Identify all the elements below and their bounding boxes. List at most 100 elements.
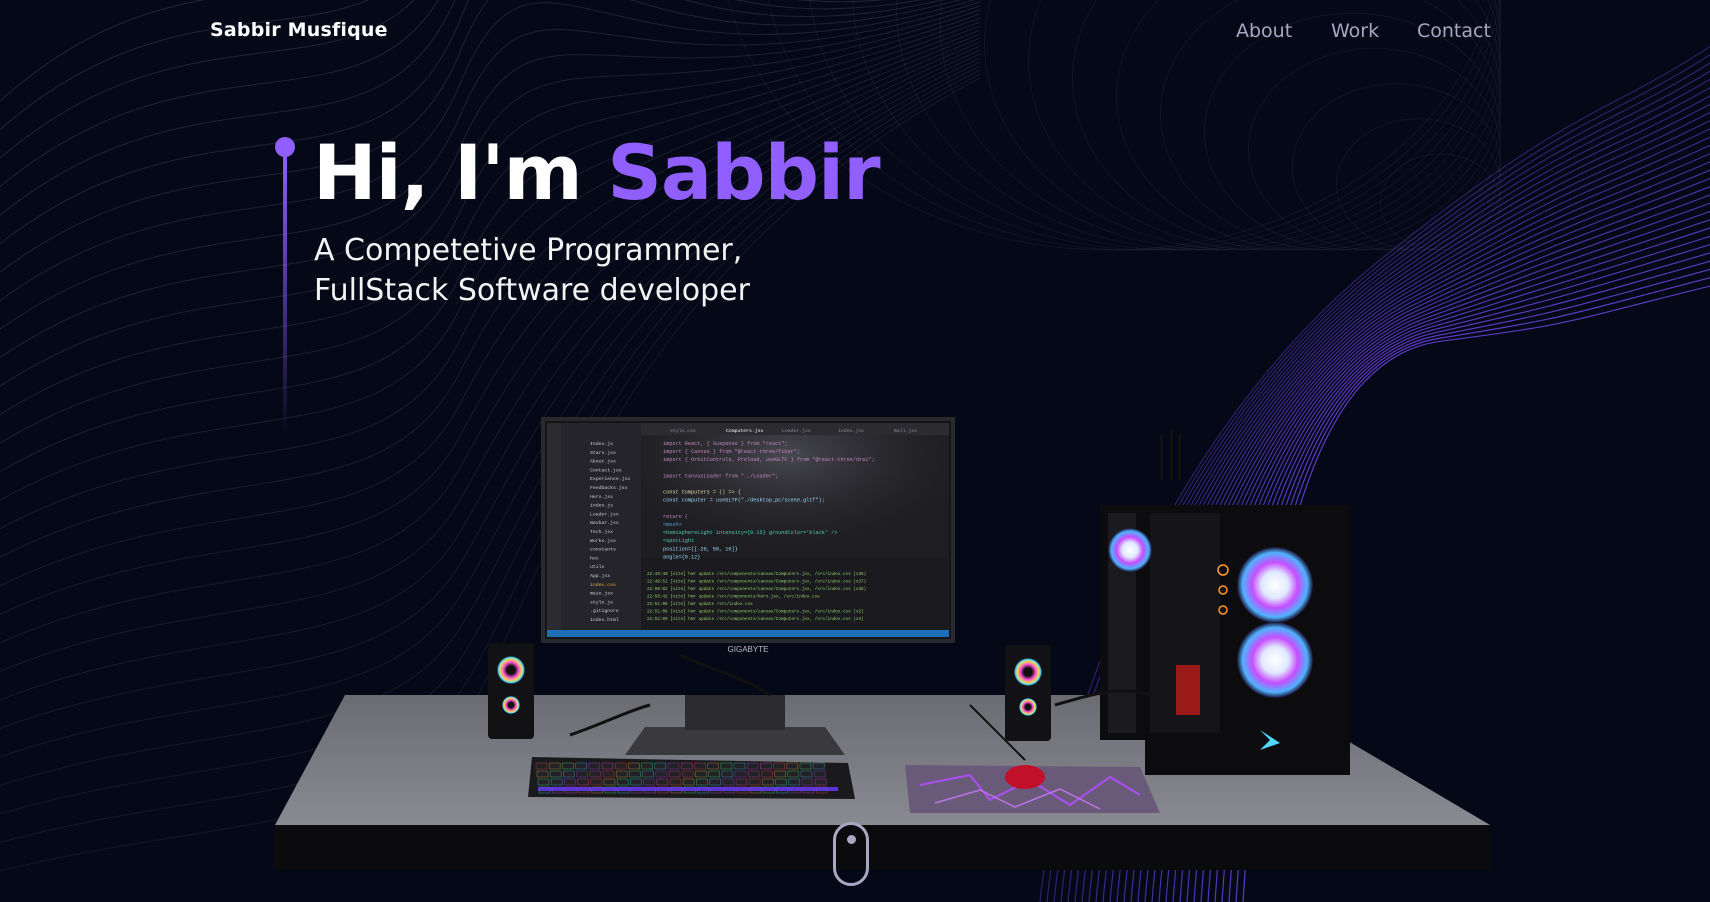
right-speaker — [1005, 645, 1051, 741]
keyboard-key — [667, 762, 680, 770]
keyboard-key — [786, 762, 799, 770]
keyboard-key — [733, 762, 746, 770]
nav-link-work[interactable]: Work — [1331, 20, 1379, 42]
hero-greeting: Hi, I'm — [313, 128, 608, 217]
file-tree-item: About.jsx — [590, 459, 616, 465]
code-line: <spotLight — [663, 538, 694, 544]
pc-tower — [1100, 430, 1350, 775]
keyboard-key — [708, 770, 720, 778]
code-line: import CanvasLoader from "../Loader"; — [663, 473, 778, 479]
nav-link-about[interactable]: About — [1236, 20, 1292, 42]
keyboard-key — [588, 762, 601, 770]
keyboard-key — [642, 770, 654, 778]
terminal-line: 22:51:06 [vite] hmr update /src/componen… — [647, 610, 864, 615]
terminal-line: 22:49:40 [vite] hmr update /src/componen… — [647, 572, 866, 577]
keyboard-key — [656, 778, 669, 786]
keyboard-key — [734, 770, 747, 778]
keyboard-key — [800, 770, 813, 778]
file-tree-item: utils — [590, 564, 605, 570]
nav-link-contact[interactable]: Contact — [1417, 20, 1491, 42]
code-line: return ( — [663, 514, 688, 520]
keyboard-key — [695, 770, 707, 778]
keyboard-key — [615, 770, 628, 778]
keyboard-key — [576, 770, 588, 778]
monitor-brand: GIGABYTE — [728, 645, 769, 654]
keyboard-key — [616, 778, 629, 786]
hero-name: Sabbir — [607, 128, 880, 217]
hero-subtitle: A Competetive Programmer, FullStack Soft… — [314, 231, 874, 311]
keyboard-key — [577, 778, 589, 786]
keyboard-key — [654, 762, 667, 770]
keyboard-key — [562, 762, 574, 770]
keyboard-key — [564, 778, 576, 786]
file-tree-item: index.html — [590, 617, 619, 623]
keyboard-key — [682, 778, 695, 786]
code-line: <hemisphereLight intensity={0.15} ground… — [663, 530, 837, 536]
file-tree-item: Navbar.jsx — [590, 520, 619, 526]
hero-subtitle-line-1: A Competetive Programmer, — [314, 233, 743, 268]
keyboard-key — [643, 778, 655, 786]
terminal-line: 22:49:51 [vite] hmr update /src/componen… — [647, 580, 866, 585]
keyboard-key — [799, 762, 812, 770]
file-tree-item: Index.js — [590, 441, 613, 447]
file-tree-item: index.css — [590, 582, 616, 588]
terminal-line: 22:52:09 [vite] hmr update /src/componen… — [647, 617, 864, 622]
desktop-pc-3d-scene[interactable]: import React, { Suspense } from "react";… — [270, 405, 1500, 875]
editor-tab: index.jsx — [838, 428, 864, 434]
terminal-line: 22:51:06 [vite] hmr update /src/index.cs… — [647, 602, 753, 607]
keyboard-key — [813, 770, 826, 778]
keyboard-key — [709, 778, 721, 786]
keyboard-key — [537, 778, 550, 786]
keyboard-key — [773, 762, 785, 770]
editor-tab: style.css — [670, 428, 696, 434]
file-tree-item: Stars.jsx — [590, 450, 616, 456]
keyboard-key — [747, 770, 760, 778]
file-tree-item: Hero.jsx — [590, 494, 613, 500]
mouse-scroll-icon[interactable] — [833, 822, 869, 886]
keyboard-key — [550, 778, 563, 786]
editor-tab: Ball.jsx — [894, 428, 917, 434]
code-line: import { OrbitControls, Preload, useGLTF… — [663, 457, 875, 463]
file-tree-item: App.jsx — [590, 573, 610, 579]
code-line: <mesh> — [663, 522, 682, 528]
file-tree-item: .gitignore — [590, 608, 619, 614]
keyboard-key — [722, 778, 735, 786]
keyboard — [528, 757, 855, 799]
file-tree-item: constants — [590, 547, 616, 553]
file-tree-item: Tech.jsx — [590, 529, 613, 535]
file-tree-item: main.jsx — [590, 591, 613, 597]
keyboard-key — [814, 778, 827, 786]
keyboard-key — [694, 762, 706, 770]
keyboard-key — [563, 770, 575, 778]
keyboard-key — [655, 770, 668, 778]
code-line: const computer = useGLTF("./desktop_pc/s… — [663, 498, 825, 504]
hero-subtitle-line-2: FullStack Software developer — [314, 273, 750, 308]
file-tree-item: hoc — [590, 555, 599, 561]
terminal-line: 22:50:42 [vite] hmr update /src/componen… — [647, 595, 820, 600]
keyboard-key — [720, 762, 733, 770]
file-tree-item: style.js — [590, 599, 613, 605]
keyboard-key — [601, 762, 614, 770]
keyboard-key — [735, 778, 748, 786]
hero-accent-line — [275, 137, 295, 437]
file-tree-item: Feedbacks.jsx — [590, 485, 628, 491]
terminal-line: 22:50:02 [vite] hmr update /src/componen… — [647, 587, 866, 592]
keyboard-key — [629, 770, 641, 778]
file-tree-item: Loader.jsx — [590, 511, 619, 517]
editor-tab: Loader.jsx — [782, 428, 811, 434]
keyboard-key — [575, 762, 587, 770]
keyboard-key — [548, 762, 561, 770]
left-speaker — [488, 643, 534, 739]
keyboard-key — [668, 770, 681, 778]
keyboard-key — [603, 778, 616, 786]
keyboard-key — [628, 762, 640, 770]
keyboard-key — [590, 778, 603, 786]
keyboard-key — [762, 778, 774, 786]
scroll-dot — [847, 835, 856, 844]
keyboard-key — [748, 778, 761, 786]
file-tree-item: Experience.jsx — [590, 476, 630, 482]
navbar: Sabbir Musfique About Work Contact — [0, 0, 1710, 64]
keyboard-key — [760, 762, 772, 770]
brand-logo[interactable]: Sabbir Musfique — [210, 19, 388, 41]
file-tree-item: Works.jsx — [590, 538, 616, 544]
